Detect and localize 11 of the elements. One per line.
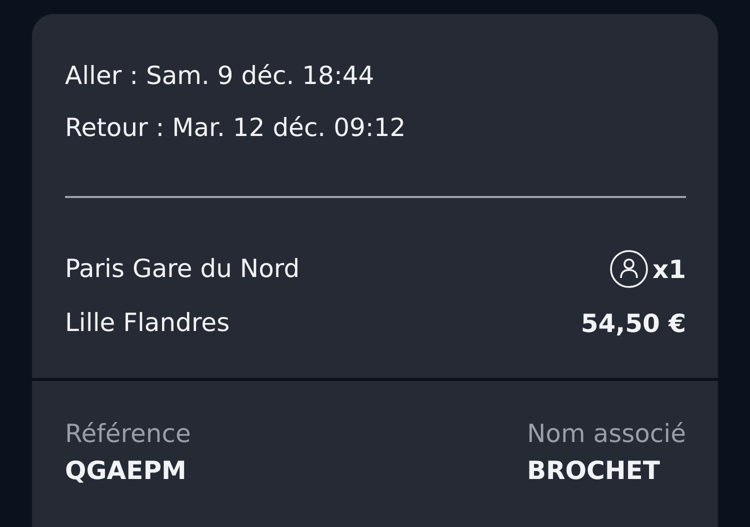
schedule-text: Retour : Mar. 12 déc. 09:12 xyxy=(65,112,407,144)
field-label: Nom associé xyxy=(526,419,686,448)
person-icon xyxy=(609,249,650,289)
schedule-text: Aller : Sam. 9 déc. 18:44 xyxy=(65,60,376,92)
passenger-count: x1 xyxy=(652,254,686,284)
field-value: BROCHET xyxy=(526,456,661,485)
field-label: Référence xyxy=(65,419,192,448)
field-value: QGAEPM xyxy=(65,456,188,485)
destination-station: Lille Flandres xyxy=(65,307,230,339)
price-text: 54,50 € xyxy=(580,308,686,338)
origin-station: Paris Gare du Nord xyxy=(65,253,300,285)
